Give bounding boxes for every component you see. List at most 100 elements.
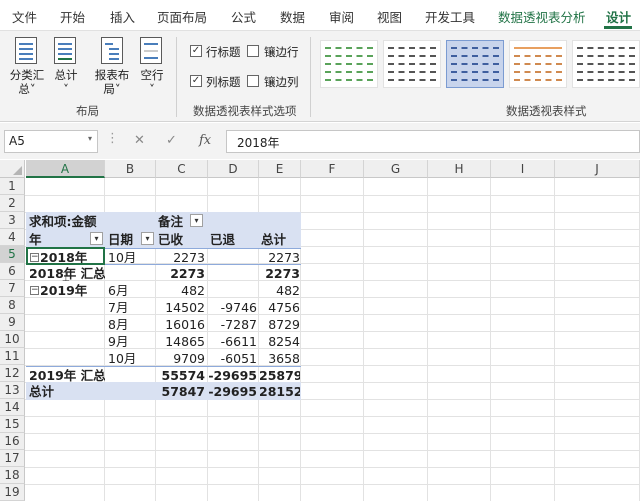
- gridline: [25, 450, 640, 451]
- row-header-16[interactable]: 16: [0, 433, 25, 450]
- column-header-a[interactable]: A: [26, 160, 105, 178]
- report-layout-icon: [101, 37, 123, 64]
- formula-input[interactable]: 2018年: [226, 130, 640, 153]
- pivot-value: [208, 249, 257, 266]
- pivot-value: 482: [181, 283, 205, 298]
- insert-function-icon[interactable]: fx: [199, 133, 211, 148]
- column-header-c[interactable]: C: [156, 160, 208, 178]
- row-header-3[interactable]: 3: [0, 212, 25, 229]
- tab-data[interactable]: 数据: [280, 7, 305, 26]
- tab-review[interactable]: 审阅: [329, 7, 354, 26]
- column-headers-checkbox[interactable]: ✓: [190, 75, 202, 87]
- row-header-7[interactable]: 7: [0, 280, 25, 297]
- pivot-value-field-label: 求和项:金额: [29, 214, 97, 229]
- grand-totals-label: 总计: [54, 68, 78, 82]
- row-header-5[interactable]: 5: [0, 246, 25, 263]
- row-header-4[interactable]: 4: [0, 229, 25, 246]
- pivot-month-label: 10月: [108, 351, 137, 366]
- row-header-11[interactable]: 11: [0, 348, 25, 365]
- tab-pivot-analyze[interactable]: 数据透视表分析: [498, 7, 586, 26]
- pivot-value: 14865: [165, 334, 205, 349]
- filter-dropdown-icon[interactable]: ▾: [90, 232, 103, 245]
- pivot-style-thumb[interactable]: [320, 40, 378, 88]
- pivot-value: 8254: [268, 334, 300, 349]
- gridline: [25, 467, 640, 468]
- column-header-d[interactable]: D: [208, 160, 259, 178]
- row-header-8[interactable]: 8: [0, 297, 25, 314]
- pivot-header-refunded: 已退: [210, 232, 236, 247]
- pivot-style-thumb[interactable]: [509, 40, 567, 88]
- column-header-f[interactable]: F: [301, 160, 364, 178]
- filter-dropdown-icon[interactable]: ▾: [190, 214, 203, 227]
- gridline: [25, 416, 640, 417]
- subtotals-label: 分类汇 总: [9, 68, 45, 96]
- tab-home[interactable]: 开始: [60, 7, 85, 26]
- banded-columns-label: 镶边列: [264, 75, 299, 89]
- collapse-icon[interactable]: −: [30, 253, 39, 262]
- row-headers-checkbox[interactable]: ✓: [190, 45, 202, 57]
- tab-developer[interactable]: 开发工具: [425, 7, 475, 26]
- column-header-h[interactable]: H: [428, 160, 491, 178]
- row-header-18[interactable]: 18: [0, 467, 25, 484]
- mouse-cursor-icon: ⌶: [62, 270, 70, 285]
- pivot-style-thumb-selected[interactable]: [446, 40, 504, 88]
- row-header-10[interactable]: 10: [0, 331, 25, 348]
- row-header-13[interactable]: 13: [0, 382, 25, 399]
- row-header-9[interactable]: 9: [0, 314, 25, 331]
- filter-dropdown-icon[interactable]: ▾: [141, 232, 154, 245]
- report-layout-button[interactable]: 报表布 局˅: [89, 68, 135, 96]
- blank-rows-button[interactable]: 空行 ˅: [136, 68, 168, 96]
- pivot-value: 2273: [173, 250, 205, 265]
- tab-view[interactable]: 视图: [377, 7, 402, 26]
- collapse-icon[interactable]: −: [30, 286, 39, 295]
- row-header-15[interactable]: 15: [0, 416, 25, 433]
- name-box[interactable]: A5 ▾: [4, 130, 98, 153]
- pivot-style-thumb[interactable]: [572, 40, 640, 88]
- gridline: [490, 178, 491, 501]
- pivot-value: 4756: [268, 300, 300, 315]
- blank-rows-label: 空行: [140, 68, 164, 82]
- pivot-value: -9746: [220, 300, 257, 315]
- gridline: [427, 178, 428, 501]
- grand-totals-button[interactable]: 总计 ˅: [50, 68, 82, 96]
- tab-file[interactable]: 文件: [12, 7, 37, 26]
- pivot-value: -6051: [220, 351, 257, 366]
- chevron-down-icon: ˅: [149, 82, 155, 96]
- row-header-19[interactable]: 19: [0, 484, 25, 501]
- ribbon-separator: [176, 37, 177, 117]
- column-header-i[interactable]: I: [491, 160, 555, 178]
- column-header-b[interactable]: B: [105, 160, 156, 178]
- tab-page-layout[interactable]: 页面布局: [157, 7, 207, 26]
- column-header-g[interactable]: G: [364, 160, 428, 178]
- row-header-1[interactable]: 1: [0, 178, 25, 195]
- pivot-style-thumb[interactable]: [383, 40, 441, 88]
- pivot-value: 9709: [173, 351, 205, 366]
- banded-columns-checkbox[interactable]: [247, 75, 259, 87]
- enter-icon[interactable]: ✓: [166, 133, 177, 148]
- styles-group-label: 数据透视表样式: [506, 104, 587, 118]
- tab-formulas[interactable]: 公式: [231, 7, 256, 26]
- column-header-e[interactable]: E: [259, 160, 301, 178]
- row-header-2[interactable]: 2: [0, 195, 25, 212]
- pivot-grand-total-label: 总计: [29, 384, 55, 399]
- select-all-corner[interactable]: [0, 160, 25, 178]
- subtotals-button[interactable]: 分类汇 总˅: [4, 68, 50, 96]
- pivot-value: 2273: [268, 250, 300, 265]
- row-header-14[interactable]: 14: [0, 399, 25, 416]
- row-headers-label: 行标题: [206, 45, 241, 59]
- formula-bar: A5 ▾ ⋮ ✕ ✓ fx 2018年: [0, 123, 640, 159]
- pivot-value: 55574: [161, 368, 206, 383]
- pivot-month-label: 9月: [108, 334, 129, 349]
- column-header-j[interactable]: J: [555, 160, 640, 178]
- row-header-17[interactable]: 17: [0, 450, 25, 467]
- pivot-header-received: 已收: [158, 232, 184, 247]
- tab-insert[interactable]: 插入: [110, 7, 135, 26]
- row-header-12[interactable]: 12: [0, 365, 25, 382]
- pivot-value: 57847: [161, 384, 206, 399]
- pivot-value: -29695: [208, 384, 257, 399]
- row-header-6[interactable]: 6: [0, 263, 25, 280]
- banded-rows-checkbox[interactable]: [247, 45, 259, 57]
- cancel-icon[interactable]: ✕: [134, 133, 145, 148]
- tab-design[interactable]: 设计: [606, 7, 631, 26]
- chevron-down-icon: ˅: [29, 82, 36, 96]
